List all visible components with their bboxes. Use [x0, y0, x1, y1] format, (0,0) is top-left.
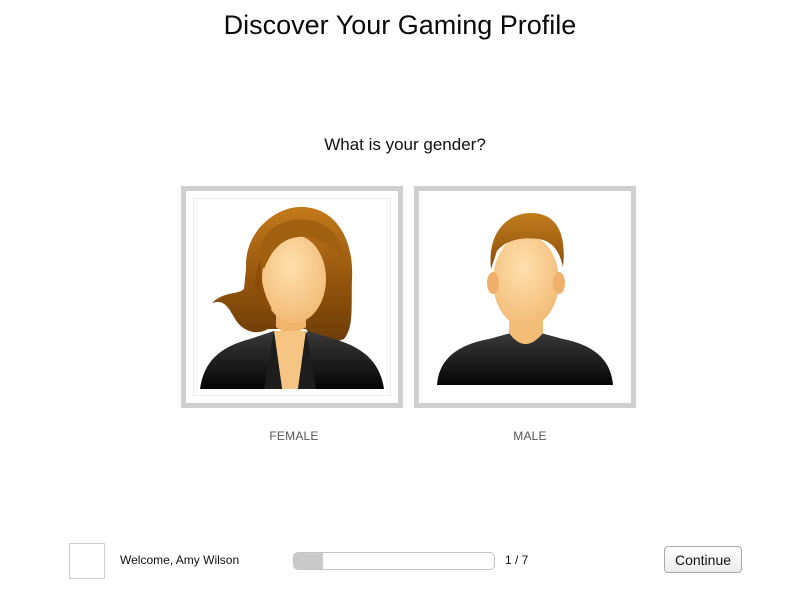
quiz-page: Discover Your Gaming Profile What is you…: [0, 0, 800, 600]
progress-count: 1 / 7: [505, 553, 529, 567]
female-avatar-icon: [193, 198, 391, 396]
question-text: What is your gender?: [324, 135, 486, 154]
male-option[interactable]: [414, 186, 636, 408]
progress-bar-fill: [294, 553, 323, 569]
male-avatar-icon: [426, 198, 624, 396]
progress-bar: [293, 552, 495, 570]
female-option-label: FEMALE: [269, 429, 319, 443]
male-option-label: MALE: [513, 429, 547, 443]
user-avatar: [69, 543, 105, 579]
welcome-text: Welcome, Amy Wilson: [120, 553, 240, 567]
page-title: Discover Your Gaming Profile: [223, 10, 577, 40]
continue-button[interactable]: Continue: [664, 546, 742, 573]
female-option[interactable]: [181, 186, 403, 408]
